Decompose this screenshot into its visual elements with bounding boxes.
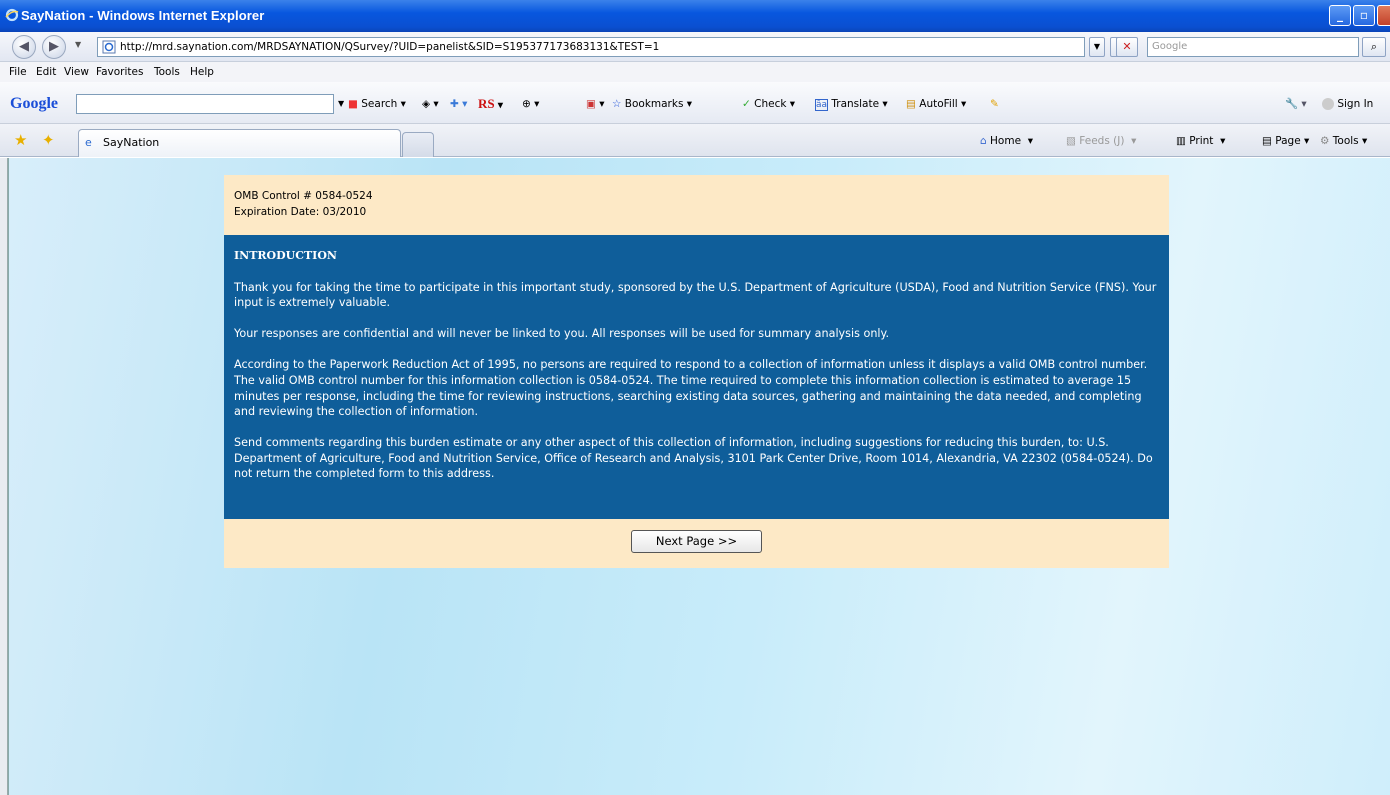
add-favorite-icon[interactable]: ✦ [42, 131, 55, 149]
toolbar-icon-1[interactable]: ◈ ▾ [422, 96, 439, 112]
introduction-section: INTRODUCTION Thank you for taking the ti… [224, 235, 1169, 519]
window-titlebar: SayNation - Windows Internet Explorer _ … [0, 0, 1390, 32]
omb-info: OMB Control # 0584-0524 Expiration Date:… [234, 188, 373, 220]
address-field[interactable]: http://mrd.saynation.com/MRDSAYNATION/QS… [97, 37, 1085, 57]
live-search-input[interactable]: Google [1147, 37, 1359, 57]
sign-in-icon [1322, 98, 1334, 110]
tab-label: SayNation [103, 136, 160, 149]
intro-paragraph-thanks: Thank you for taking the time to partici… [234, 280, 1157, 310]
check-label: Check [754, 98, 787, 110]
feeds-icon: ▧ [1066, 135, 1076, 147]
feeds-label: Feeds (J) [1079, 135, 1125, 147]
sign-in-button[interactable]: Sign In [1322, 96, 1373, 112]
feeds-button[interactable]: ▧ Feeds (J) ▾ [1066, 133, 1136, 149]
menu-favorites[interactable]: Favorites [96, 62, 143, 82]
close-button[interactable] [1377, 5, 1390, 26]
home-label: Home [990, 135, 1022, 147]
tab-saynation[interactable]: e SayNation [78, 129, 401, 157]
intro-paragraph-paperwork-act: According to the Paperwork Reduction Act… [234, 358, 1148, 419]
home-icon: ⌂ [980, 135, 987, 147]
intro-paragraph-comments: Send comments regarding this burden esti… [234, 436, 1153, 481]
printer-icon: ▥ [1176, 135, 1186, 147]
tools-menu-button[interactable]: ⚙ Tools ▾ [1320, 133, 1367, 149]
translate-button[interactable]: âa Translate ▾ [815, 96, 888, 113]
google-toolbar: Google ▼ ■ Search ▾ ◈ ▾ ✚ ▾ RS ▾ ⊕ ▾ ▣ ▾… [0, 82, 1390, 124]
print-button[interactable]: ▥ Print ▾ [1176, 133, 1225, 149]
minimize-button[interactable]: _ [1329, 5, 1351, 26]
left-frame-border [0, 158, 8, 795]
google-search-input[interactable] [76, 94, 334, 114]
google-search-label: Search [361, 98, 398, 110]
next-page-button[interactable]: Next Page >> [631, 530, 762, 553]
google-search-icon: ■ [348, 98, 358, 110]
address-dropdown-button[interactable]: ▼ [1089, 37, 1105, 57]
menu-file[interactable]: File [9, 62, 27, 82]
google-logo: Google [10, 95, 58, 112]
menu-edit[interactable]: Edit [36, 62, 56, 82]
back-button[interactable]: ◀ [12, 35, 36, 59]
address-bar-row: ◀ ▶ ▼ http://mrd.saynation.com/MRDSAYNAT… [0, 32, 1390, 62]
autofill-icon: ▤ [906, 98, 916, 110]
plus-button[interactable]: ✚ ▾ [450, 96, 467, 112]
google-search-button[interactable]: ■ Search ▾ [348, 96, 406, 112]
print-label: Print [1189, 135, 1214, 147]
tools-label: Tools [1332, 135, 1359, 147]
bookmarks-label: Bookmarks [624, 98, 684, 110]
window-title: SayNation - Windows Internet Explorer [21, 8, 265, 23]
menu-help[interactable]: Help [190, 62, 214, 82]
rs-button[interactable]: RS ▾ [478, 96, 503, 114]
search-dropdown-icon[interactable]: ▼ [338, 96, 344, 112]
translate-icon: âa [815, 99, 829, 111]
stop-button[interactable]: ✕ [1116, 37, 1138, 57]
menu-bar: File Edit View Favorites Tools Help [0, 62, 1390, 82]
expiration-date: Expiration Date: 03/2010 [234, 206, 367, 218]
forward-button[interactable]: ▶ [42, 35, 66, 59]
rs-label: RS [478, 96, 495, 111]
gear-icon: ⚙ [1320, 135, 1330, 147]
page-menu-icon: ▤ [1262, 135, 1272, 147]
home-button[interactable]: ⌂ Home ▾ [980, 133, 1033, 149]
spellcheck-button[interactable]: ✓ Check ▾ [742, 96, 795, 112]
tab-bar: ★ ✦ e SayNation ⌂ Home ▾ ▧ Feeds (J) ▾ ▥… [0, 124, 1390, 157]
page-label: Page [1275, 135, 1301, 147]
spellcheck-icon: ✓ [742, 98, 751, 110]
autofill-button[interactable]: ▤ AutoFill ▾ [906, 96, 966, 112]
page-icon [102, 40, 116, 54]
intro-paragraph-confidential: Your responses are confidential and will… [234, 327, 890, 341]
menu-tools[interactable]: Tools [154, 62, 180, 82]
maximize-button[interactable]: ▫ [1353, 5, 1375, 26]
introduction-heading: INTRODUCTION [234, 249, 337, 262]
sign-in-label: Sign In [1337, 98, 1374, 110]
bookmarks-button[interactable]: ☆ Bookmarks ▾ [612, 96, 692, 112]
autofill-label: AutoFill [919, 98, 958, 110]
survey-panel: OMB Control # 0584-0524 Expiration Date:… [224, 175, 1169, 568]
popup-blocker-icon[interactable]: ▣ ▾ [586, 96, 605, 112]
new-tab-button[interactable] [402, 132, 434, 157]
menu-view[interactable]: View [64, 62, 89, 82]
highlighter-icon[interactable]: ✎ [990, 96, 999, 112]
star-icon: ☆ [612, 98, 622, 110]
ie-page-icon: e [85, 136, 92, 149]
settings-wrench-icon[interactable]: 🔧 ▾ [1285, 96, 1307, 112]
link-icon[interactable]: ⊕ ▾ [522, 96, 539, 112]
ie-logo-icon [5, 8, 19, 22]
search-go-button[interactable]: ⌕ [1362, 37, 1386, 57]
omb-control-number: OMB Control # 0584-0524 [234, 190, 373, 202]
history-dropdown-icon[interactable]: ▼ [75, 40, 81, 49]
translate-label: Translate [831, 98, 880, 110]
page-menu-button[interactable]: ▤ Page ▾ [1262, 133, 1309, 149]
favorites-center-icon[interactable]: ★ [14, 131, 27, 149]
url-text: http://mrd.saynation.com/MRDSAYNATION/QS… [120, 41, 660, 53]
